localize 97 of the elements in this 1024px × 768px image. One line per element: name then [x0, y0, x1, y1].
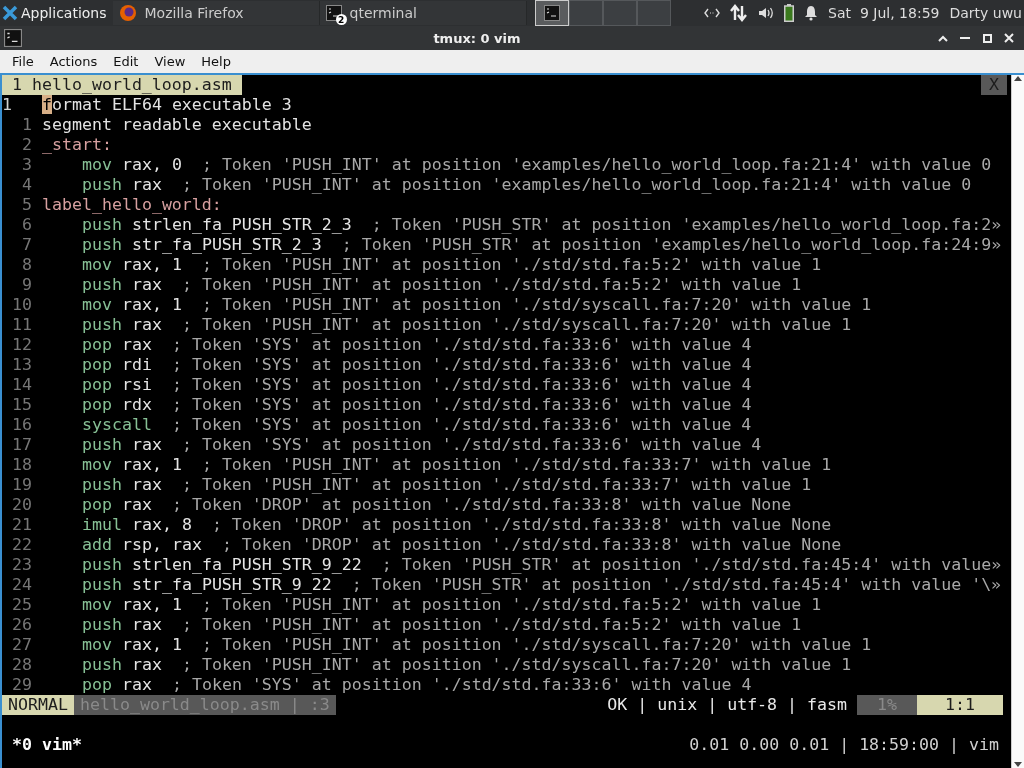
applications-menu[interactable]: Applications: [0, 0, 113, 26]
workspace-switcher[interactable]: [568, 0, 603, 26]
line-number: 21: [11, 515, 33, 535]
file-info: OK | unix | utf-8 | fasm: [607, 695, 849, 715]
close-icon: [1004, 33, 1014, 43]
taskbar-task[interactable]: Mozilla Firefox: [112, 1, 320, 25]
menu-item[interactable]: Actions: [41, 54, 106, 69]
line-number: 14: [11, 375, 33, 395]
scroll-down-icon: [1014, 762, 1022, 768]
transfer-icon: [730, 4, 749, 22]
menu-item[interactable]: Edit: [105, 54, 147, 69]
code-line: mov rax, 0 ; Token 'PUSH_INT' at position 'examples/hello_world_loop.fa:21:4' with value 0: [81, 155, 992, 175]
line-number: 1: [21, 115, 33, 135]
count-badge: 2: [335, 14, 347, 25]
tmux-status: 0.01 0.00 0.01 | 18:59:00 | vim: [688, 735, 1000, 755]
line-number: 5: [21, 195, 33, 215]
chevron-up-icon: [938, 34, 948, 42]
code-line: push rax ; Token 'PUSH_INT' at position './std/std.fa:5:2' with value 1: [81, 615, 802, 635]
line-number: 4: [21, 175, 33, 195]
code-line: label_hello_world:: [42, 195, 222, 215]
cursor-position: 1:1: [917, 695, 1003, 715]
line-number: 26: [11, 615, 33, 635]
code-line: pop rdx ; Token 'SYS' at position './std/std.fa:33:6' with value 4: [81, 395, 752, 415]
line-number: 13: [11, 355, 33, 375]
line-number: 16: [11, 415, 33, 435]
menu-item[interactable]: File: [4, 54, 42, 69]
code-line: push rax ; Token 'PUSH_INT' at position 'examples/hello_world_loop.fa:21:4' with value 0: [81, 175, 972, 195]
code-line: push str_fa_PUSH_STR_9_22 ; Token 'PUSH_STR' at position './std/std.fa:45:4' with value '\»: [81, 575, 1002, 595]
code-line: mov rax, 1 ; Token 'PUSH_INT' at position './std/std.fa:33:7' with value 1: [81, 455, 832, 475]
menu-item[interactable]: Help: [193, 54, 239, 69]
line-number: 8: [21, 255, 33, 275]
terminal-icon: [4, 29, 22, 47]
taskbar-task[interactable]: 2 qterminal: [319, 1, 527, 25]
workspace-switcher[interactable]: [602, 0, 637, 26]
tmux-window[interactable]: *0 vim*: [2, 735, 92, 755]
line-number: 9: [21, 275, 33, 295]
terminal-icon: [543, 5, 560, 21]
code-line: push rax ; Token 'SYS' at position './std/std.fa:33:6' with value 4: [81, 435, 762, 455]
code-line: mov rax, 1 ; Token 'PUSH_INT' at position './std/syscall.fa:7:20' with value 1: [81, 295, 872, 315]
clock[interactable]: Sat 9 Jul, 18:59: [828, 5, 940, 21]
line-number: 18: [11, 455, 33, 475]
bell-icon: [804, 5, 819, 21]
code-line: push rax ; Token 'PUSH_INT' at position './std/syscall.fa:7:20' with value 1: [81, 655, 852, 675]
menu-item[interactable]: View: [146, 54, 194, 69]
x-logo-icon: [2, 5, 18, 21]
maximize-icon: [982, 33, 992, 43]
line-number: 28: [11, 655, 33, 675]
code-line: format ELF64 executable 3: [42, 95, 292, 115]
line-number: 3: [21, 155, 33, 175]
mode-indicator: NORMAL: [2, 695, 74, 715]
code-line: pop rdi ; Token 'SYS' at position './std/std.fa:33:6' with value 4: [81, 355, 752, 375]
code-line: segment readable executable: [42, 115, 312, 135]
code-line: mov rax, 1 ; Token 'PUSH_INT' at position './std/syscall.fa:7:20' with value 1: [81, 635, 872, 655]
line-number: 1: [2, 95, 13, 115]
line-number: 12: [11, 335, 33, 355]
code-line: pop rax ; Token 'SYS' at position './std/std.fa:33:6' with value 4: [81, 335, 752, 355]
code-line: mov rax, 1 ; Token 'PUSH_INT' at position './std/std.fa:5:2' with value 1: [81, 595, 822, 615]
line-number: 17: [11, 435, 33, 455]
battery-icon: [784, 4, 795, 22]
line-number: 22: [11, 535, 33, 555]
workspace-switcher[interactable]: [636, 0, 671, 26]
code-line: push rax ; Token 'PUSH_INT' at position './std/std.fa:5:2' with value 1: [81, 275, 802, 295]
line-number: 24: [11, 575, 33, 595]
line-number: 25: [11, 595, 33, 615]
scrollbar[interactable]: [1011, 75, 1024, 768]
line-number: 10: [11, 295, 33, 315]
minimize-icon: [960, 37, 970, 39]
code-line: push strlen_fa_PUSH_STR_2_3 ; Token 'PUSH_STR' at position 'examples/hello_world_loop.fa:2»: [81, 215, 1002, 235]
code-line: push rax ; Token 'PUSH_INT' at position './std/std.fa:33:7' with value 1: [81, 475, 812, 495]
user-name[interactable]: Darty uwu: [949, 5, 1022, 21]
code-line: _start:: [42, 135, 112, 155]
code-line: pop rax ; Token 'DROP' at position './std/std.fa:33:8' with value None: [81, 495, 792, 515]
code-line: add rsp, rax ; Token 'DROP' at position './std/std.fa:33:8' with value None: [81, 535, 842, 555]
line-number: 27: [11, 635, 33, 655]
code-line: push strlen_fa_PUSH_STR_9_22 ; Token 'PUSH_STR' at position './std/std.fa:45:4' with value»: [81, 555, 1002, 575]
terminal-icon: [325, 5, 342, 21]
code-line: mov rax, 1 ; Token 'PUSH_INT' at position './std/std.fa:5:2' with value 1: [81, 255, 822, 275]
network-icon: [704, 8, 721, 18]
code-line: syscall ; Token 'SYS' at position './std/std.fa:33:6' with value 4: [81, 415, 752, 435]
line-number: 20: [11, 495, 33, 515]
window-title: tmux: 0 vim: [432, 30, 522, 46]
line-number: 29: [11, 675, 33, 695]
line-number: 23: [11, 555, 33, 575]
line-number: 7: [21, 235, 33, 255]
line-number: 2: [21, 135, 33, 155]
line-number: 6: [21, 215, 33, 235]
line-number: 19: [11, 475, 33, 495]
line-number: 11: [11, 315, 33, 335]
buffer-tab[interactable]: 1 hello_world_loop.asm: [2, 75, 242, 95]
code-line: pop rsi ; Token 'SYS' at position './std/std.fa:33:6' with value 4: [81, 375, 752, 395]
volume-icon: [758, 6, 775, 20]
code-line: push rax ; Token 'PUSH_INT' at position './std/syscall.fa:7:20' with value 1: [81, 315, 852, 335]
code-line: imul rax, 8 ; Token 'DROP' at position './std/std.fa:33:8' with value None: [81, 515, 832, 535]
code-line: push str_fa_PUSH_STR_2_3 ; Token 'PUSH_STR' at position 'examples/hello_world_loop.fa:24:9»: [81, 235, 1002, 255]
globe-icon: [118, 4, 137, 22]
line-number: 15: [11, 395, 33, 415]
code-line: pop rax ; Token 'SYS' at position './std/std.fa:33:6' with value 4: [81, 675, 752, 695]
